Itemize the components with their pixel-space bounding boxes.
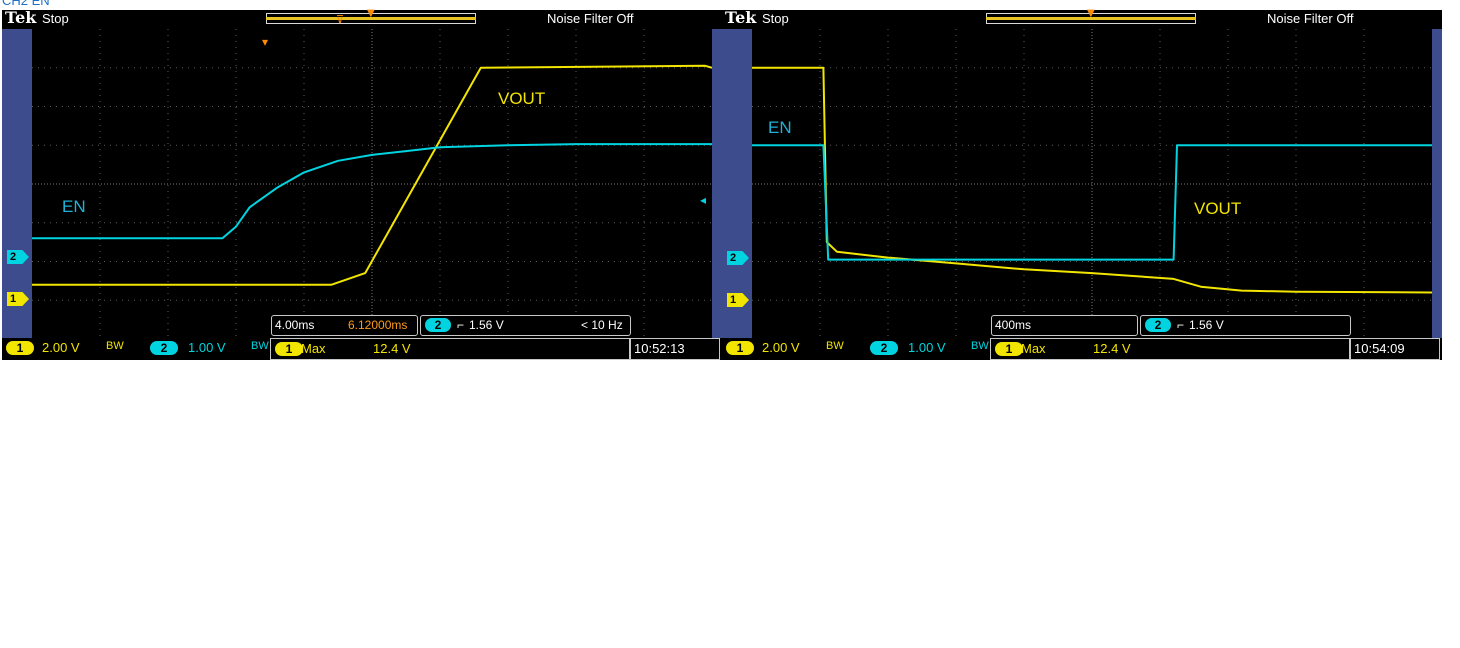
ch2-scale: 1.00 V — [908, 340, 946, 355]
trigger-slope-icon: ⌐ — [1177, 318, 1185, 332]
trigger-level-value: 1.56 V — [1189, 318, 1224, 332]
trigger-position-icon: ▼ — [367, 8, 375, 19]
waveform-plot-right — [752, 29, 1432, 339]
measure-label: Max — [301, 341, 326, 356]
ch2-bw-limit: BW — [251, 340, 269, 352]
figure-caption: CH2 EN — [2, 0, 50, 8]
en-label: EN — [62, 197, 86, 216]
acquisition-status: Stop — [762, 11, 789, 26]
vout-label: VOUT — [498, 89, 546, 108]
trigger-position-icon: ▼ — [1087, 8, 1095, 19]
status-bar: Tek Stop ▼ Noise Filter Off — [722, 8, 1442, 29]
measure-label: Max — [1021, 341, 1046, 356]
ch1-bw-limit: BW — [106, 340, 124, 352]
acquisition-status: Stop — [42, 11, 69, 26]
vout-label: VOUT — [1194, 199, 1242, 218]
measurement-box: 1 Max 12.4 V — [270, 338, 630, 360]
clock-time: 10:54:09 — [1354, 341, 1405, 356]
ch2-badge: 2 — [150, 341, 178, 355]
trigger-box: 2 ⌐ 1.56 V — [1140, 315, 1351, 336]
ch2-scale: 1.00 V — [188, 340, 226, 355]
scope-screen-right: Tek Stop ▼ Noise Filter Off 2 1 EN VOUT … — [722, 8, 1442, 360]
trigger-time-marker-icon: ▾ — [262, 35, 269, 49]
measure-source-badge: 1 — [275, 342, 303, 356]
ch1-scale: 2.00 V — [42, 340, 80, 355]
noise-filter-status: Noise Filter Off — [547, 11, 634, 26]
ch2-ground-marker: 2 — [7, 250, 29, 264]
ch2-badge: 2 — [870, 341, 898, 355]
brand-logo: Tek — [725, 8, 757, 27]
en-label: EN — [768, 118, 792, 137]
ch2-ground-marker: 2 — [727, 251, 749, 265]
noise-filter-status: Noise Filter Off — [1267, 11, 1354, 26]
measure-value: 12.4 V — [1093, 341, 1131, 356]
ch2-bw-limit: BW — [971, 340, 989, 352]
ch1-badge: 1 — [726, 341, 754, 355]
clock-box: 10:54:09 — [1350, 338, 1440, 360]
status-bar: Tek Stop ▼ ⊽ Noise Filter Off — [2, 8, 722, 29]
scope-screen-left: Tek Stop ▼ ⊽ Noise Filter Off 2 1 ▾ ◂ VO… — [2, 8, 722, 360]
clock-time: 10:52:13 — [634, 341, 685, 356]
clock-box: 10:52:13 — [630, 338, 720, 360]
trigger-channel-badge: 2 — [425, 318, 451, 332]
channel-settings-bar: 1 2.00 V BW 2 1.00 V BW 1 Max 12.4 V 10:… — [722, 338, 1442, 360]
timebase-box: 400ms — [991, 315, 1138, 336]
ch1-bw-limit: BW — [826, 340, 844, 352]
timebase-value: 4.00ms — [275, 318, 315, 332]
channel-settings-bar: 1 2.00 V BW 2 1.00 V BW 1 Max 12.4 V 10:… — [2, 338, 722, 360]
trigger-channel-badge: 2 — [1145, 318, 1171, 332]
ch1-ground-marker: 1 — [7, 292, 29, 306]
timebase-box: 4.00ms 6.12000ms — [271, 315, 418, 336]
measure-value: 12.4 V — [373, 341, 411, 356]
trigger-frequency: < 10 Hz — [581, 318, 623, 332]
expansion-point-icon: ⊽ — [336, 13, 345, 26]
brand-logo: Tek — [5, 8, 37, 27]
waveform-plot-left — [32, 29, 712, 339]
trigger-slope-icon: ⌐ — [457, 318, 465, 332]
trigger-offset-value: 6.12000ms — [348, 318, 408, 332]
trigger-level-arrow-icon: ◂ — [700, 193, 707, 207]
ch1-ground-marker: 1 — [727, 293, 749, 307]
ch1-badge: 1 — [6, 341, 34, 355]
ch1-scale: 2.00 V — [762, 340, 800, 355]
timebase-value: 400ms — [995, 318, 1032, 332]
measurement-box: 1 Max 12.4 V — [990, 338, 1350, 360]
trigger-box: 2 ⌐ 1.56 V < 10 Hz — [420, 315, 631, 336]
trigger-level-value: 1.56 V — [469, 318, 504, 332]
measure-source-badge: 1 — [995, 342, 1023, 356]
